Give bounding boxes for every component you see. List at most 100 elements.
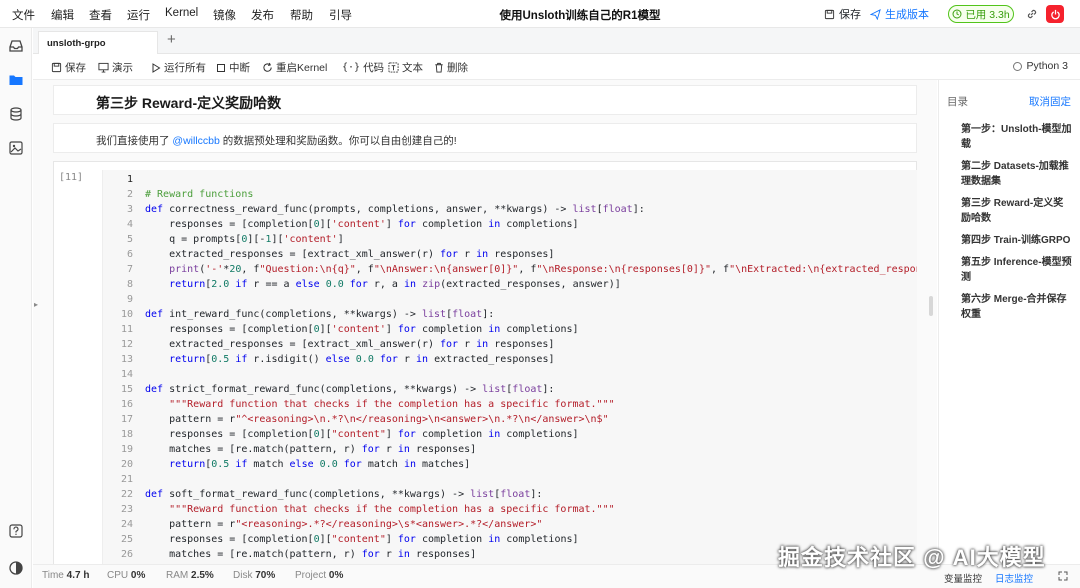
code-line[interactable]: 24 pattern = r"<reasoning>.*?</reasoning… (103, 517, 542, 532)
help-icon[interactable] (8, 523, 24, 539)
code-token: ][ (319, 429, 332, 440)
tab-unsloth-grpo[interactable]: unsloth-grpo (38, 31, 158, 54)
stop-instance-button[interactable] (1046, 5, 1064, 23)
scrollbar-thumb[interactable] (929, 296, 933, 316)
code-token: print (169, 264, 200, 275)
code-line[interactable]: 16 """Reward function that checks if the… (103, 397, 615, 412)
code-line[interactable]: 26 matches = [re.match(pattern, r) for r… (103, 547, 476, 562)
code-line[interactable]: 11 responses = [completion[0]['content']… (103, 322, 579, 337)
code-editor[interactable]: 1 2 # Reward functions 3 def correctness_re… (102, 170, 917, 564)
paragraph-pre: 我们直接使用了 (96, 135, 173, 147)
code-line[interactable]: 8 return[2.0 if r == a else 0.0 for r, a… (103, 277, 621, 292)
outline-item-step1[interactable]: 第一步：Unsloth-模型加载 (961, 122, 1073, 152)
menu-guide[interactable]: 引导 (329, 7, 352, 23)
markdown-cell-paragraph[interactable]: 我们直接使用了 @willccbb 的数据预处理和奖励函数。你可以自由创建自己的… (53, 123, 917, 153)
log-monitor-button[interactable]: 日志监控 (995, 571, 1033, 585)
code-line[interactable]: 9 (103, 292, 151, 307)
mention-link[interactable]: @willccbb (172, 135, 219, 147)
code-line[interactable]: 19 matches = [re.match(pattern, r) for r… (103, 442, 476, 457)
disk-stat: Disk 70% (233, 570, 275, 581)
theme-icon[interactable] (8, 560, 24, 576)
code-cell[interactable]: [11] 1 2 # Reward functions 3 def correctne… (53, 161, 917, 564)
outline-item-step5[interactable]: 第五步 Inference-模型预测 (961, 255, 1073, 285)
code-line[interactable]: 6 extracted_responses = [extract_xml_ans… (103, 247, 554, 262)
code-token: for (397, 324, 422, 335)
collapse-sidebar-handle[interactable]: ▸ (34, 300, 42, 316)
code-line[interactable]: 4 responses = [completion[0]['content'] … (103, 217, 579, 232)
restart-kernel-button[interactable]: 重启Kernel (262, 60, 327, 75)
folder-icon[interactable] (8, 72, 24, 88)
project-value: 0% (328, 570, 344, 581)
code-line[interactable]: 15 def strict_format_reward_func(completi… (103, 382, 555, 397)
line-number: 19 (120, 444, 133, 455)
code-line[interactable]: 25 responses = [completion[0]["content"]… (103, 532, 579, 547)
menu-publish[interactable]: 发布 (251, 7, 274, 23)
code-token: float (500, 489, 531, 500)
menu-kernel[interactable]: Kernel (165, 7, 198, 19)
code-token: in (397, 444, 416, 455)
outline-item-step3[interactable]: 第三步 Reward-定义奖励哈数 (961, 196, 1073, 226)
code-token: (extracted_responses, answer)] (440, 279, 621, 290)
project-stat: Project 0% (295, 570, 343, 581)
code-token: strict_format_reward_func(completions, *… (169, 384, 483, 395)
code-line[interactable]: 18 responses = [completion[0]["content"]… (103, 427, 579, 442)
code-token: r (403, 354, 417, 365)
line-number: 14 (120, 369, 133, 380)
code-token: def (145, 204, 170, 215)
outline-item-step2[interactable]: 第二步 Datasets-加载推理数据集 (961, 159, 1073, 189)
code-line[interactable]: 1 (103, 172, 151, 187)
menu-edit[interactable]: 编辑 (51, 7, 74, 23)
code-line[interactable]: 3 def correctness_reward_func(prompts, co… (103, 202, 645, 217)
delete-button[interactable]: 删除 (434, 60, 468, 75)
outline-item-step4[interactable]: 第四步 Train-训练GRPO (961, 233, 1073, 248)
code-line[interactable]: 17 pattern = r"^<reasoning>\n.*?\n</reas… (103, 412, 609, 427)
save-icon (824, 9, 835, 19)
run-all-button[interactable]: 运行所有 (151, 60, 206, 75)
menu-file[interactable]: 文件 (12, 7, 35, 23)
image-icon[interactable] (8, 140, 24, 156)
publish-version-button[interactable]: 生成版本 (870, 6, 929, 22)
menu-run[interactable]: 运行 (127, 7, 150, 23)
menu-view[interactable]: 查看 (89, 7, 112, 23)
outline-item-step6[interactable]: 第六步 Merge-合并保存权重 (961, 292, 1073, 322)
code-token: match (367, 459, 404, 470)
code-token: "content" (331, 534, 386, 545)
code-line[interactable]: 12 extracted_responses = [extract_xml_an… (103, 337, 554, 352)
code-token: list (572, 204, 597, 215)
menu-help[interactable]: 帮助 (290, 7, 313, 23)
menu-image[interactable]: 镜像 (213, 7, 236, 23)
code-token: for (361, 444, 386, 455)
code-line[interactable]: 21 (103, 472, 151, 487)
inbox-icon[interactable] (8, 38, 24, 54)
code-token: completions] (506, 324, 579, 335)
present-button[interactable]: 演示 (98, 60, 133, 75)
save-doc-button[interactable]: 保存 (824, 6, 861, 22)
code-line[interactable]: 10 def int_reward_func(completions, **kwa… (103, 307, 494, 322)
kernel-status[interactable]: Python 3 (1012, 60, 1068, 72)
code-line[interactable]: 2 # Reward functions (103, 187, 253, 202)
code-token: correctness_reward_func(prompts, complet… (169, 204, 573, 215)
code-token: float (602, 204, 633, 215)
code-line[interactable]: 14 (103, 367, 151, 382)
code-line[interactable]: 7 print('-'*20, f"Question:\n{q}", f"\nA… (103, 262, 917, 277)
add-tab-button[interactable]: + (167, 31, 176, 48)
interrupt-button[interactable]: 中断 (216, 60, 250, 75)
code-token: else (325, 354, 350, 365)
code-line[interactable]: 22 def soft_format_reward_func(completion… (103, 487, 542, 502)
markdown-cell-heading[interactable]: 第三步 Reward-定义奖励哈数 (53, 85, 917, 115)
code-token: in (476, 339, 495, 350)
code-line[interactable]: 13 return[0.5 if r.isdigit() else 0.0 fo… (103, 352, 555, 367)
unpin-button[interactable]: 取消固定 (1029, 94, 1071, 109)
link-icon[interactable] (1025, 7, 1039, 21)
line-number: 17 (120, 414, 133, 425)
save-button[interactable]: 保存 (51, 60, 86, 75)
text-cell-button[interactable]: 文本 (388, 60, 423, 75)
code-cell-button[interactable]: {·} 代码 (342, 60, 384, 75)
database-icon[interactable] (8, 106, 24, 122)
variable-monitor-button[interactable]: 变量监控 (944, 571, 982, 585)
code-token: 'content' (283, 234, 338, 245)
expand-icon[interactable] (1058, 571, 1068, 581)
code-line[interactable]: 5 q = prompts[0][-1]['content'] (103, 232, 344, 247)
code-line[interactable]: 20 return[0.5 if match else 0.0 for matc… (103, 457, 470, 472)
code-line[interactable]: 23 """Reward function that checks if the… (103, 502, 615, 517)
